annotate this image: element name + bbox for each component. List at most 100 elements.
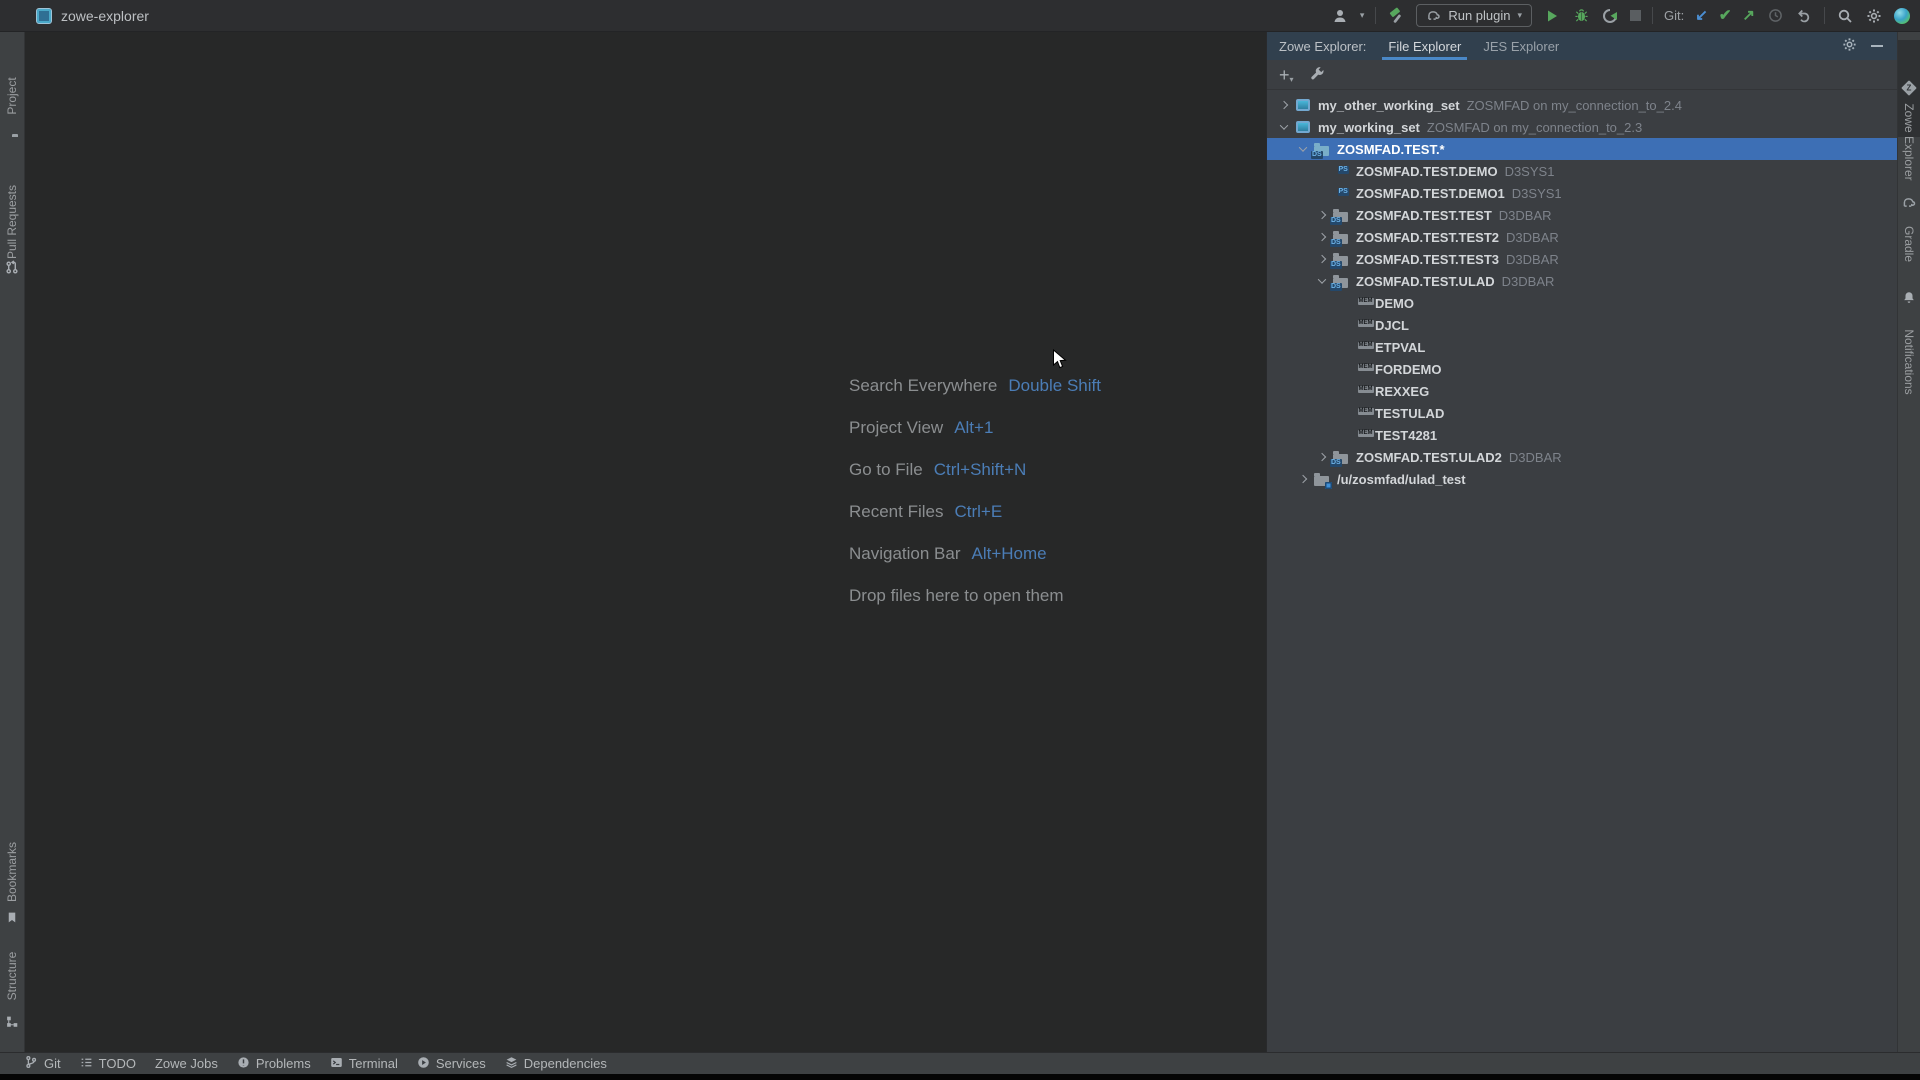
chevron-collapsed-icon[interactable] [1275, 94, 1292, 116]
search-icon[interactable] [1836, 7, 1854, 25]
pds-icon: DS [1330, 272, 1351, 290]
tree-row[interactable]: MEMFORDEMO [1267, 358, 1897, 380]
chevron-spacer [1332, 380, 1349, 402]
tree-row[interactable]: MEMREXXEG [1267, 380, 1897, 402]
shortcut-hint-row: Search EverywhereDouble Shift [849, 376, 1101, 393]
editor-area[interactable]: Search EverywhereDouble ShiftProject Vie… [26, 32, 1266, 1052]
wrench-settings-icon[interactable] [1310, 66, 1325, 84]
profiler-icon[interactable] [1601, 7, 1619, 25]
code-with-me-icon[interactable] [1894, 8, 1910, 24]
run-configuration-select[interactable]: Run plugin ▾ [1416, 4, 1532, 27]
chevron-collapsed-icon[interactable] [1313, 446, 1330, 468]
terminal-icon [330, 1056, 343, 1072]
tree-row[interactable]: MEMTESTULAD [1267, 402, 1897, 424]
tree-row[interactable]: /u/zosmfad/ulad_test [1267, 468, 1897, 490]
tree-row[interactable]: PSZOSMFAD.TEST.DEMOD3SYS1 [1267, 160, 1897, 182]
statusbar-item-problems[interactable]: Problems [237, 1056, 311, 1072]
tree-row[interactable]: MEMETPVAL [1267, 336, 1897, 358]
tree-row[interactable]: PSZOSMFAD.TEST.DEMO1D3SYS1 [1267, 182, 1897, 204]
member-icon: MEM [1349, 382, 1370, 400]
tab-file-explorer[interactable]: File Explorer [1382, 32, 1467, 60]
notifications-bell-icon[interactable] [1902, 291, 1916, 310]
chevron-expanded-icon[interactable] [1275, 116, 1292, 138]
chevron-down-icon[interactable]: ▾ [1360, 11, 1365, 20]
statusbar-item-label: Terminal [349, 1056, 398, 1071]
toolbar-separator [1652, 7, 1653, 24]
build-hammer-icon[interactable] [1387, 7, 1405, 25]
statusbar-item-terminal[interactable]: Terminal [330, 1056, 398, 1072]
stripe-item-project[interactable]: Project [5, 77, 19, 114]
rollback-icon[interactable] [1795, 7, 1813, 25]
chevron-down-icon: ▾ [1518, 11, 1523, 20]
tree-item-label: ZOSMFAD.TEST.ULAD [1356, 274, 1495, 289]
tree-row[interactable]: MEMTEST4281 [1267, 424, 1897, 446]
shortcut-label: Go to File [849, 460, 923, 480]
pull-request-icon[interactable] [5, 260, 20, 280]
add-button[interactable]: +▾ [1279, 66, 1294, 84]
tab-jes-explorer[interactable]: JES Explorer [1477, 32, 1565, 60]
tree-row[interactable]: DS ZOSMFAD.TEST.ULAD D3DBAR [1267, 270, 1897, 292]
gradle-icon[interactable] [1902, 195, 1917, 213]
tree-item-annotation: D3DBAR [1506, 230, 1559, 245]
user-account-icon[interactable] [1331, 7, 1349, 25]
shortcut-key: Alt+1 [954, 418, 993, 438]
chevron-spacer [1332, 424, 1349, 446]
statusbar-item-dependencies[interactable]: Dependencies [505, 1056, 607, 1072]
bookmark-icon[interactable] [6, 911, 19, 929]
stripe-item-gradle[interactable]: Gradle [1902, 226, 1916, 262]
git-widget-label: Git: [1664, 8, 1684, 23]
stripe-item-pull-requests[interactable]: Pull Requests [5, 185, 19, 259]
tree-row[interactable]: DSZOSMFAD.TEST.ULAD2D3DBAR [1267, 446, 1897, 468]
stripe-item-notifications[interactable]: Notifications [1902, 329, 1916, 394]
settings-gear-icon[interactable] [1865, 7, 1883, 25]
tree-item-label: FORDEMO [1375, 362, 1441, 377]
tree-row[interactable]: MEMDEMO [1267, 292, 1897, 314]
tree-item-label: my_working_set [1318, 120, 1420, 135]
tree-row[interactable]: MEMDJCL [1267, 314, 1897, 336]
stripe-item-zowe-explorer[interactable]: Zowe Explorer [1902, 103, 1916, 180]
tree-row[interactable]: DSZOSMFAD.TEST.TEST3D3DBAR [1267, 248, 1897, 270]
hide-tool-window-icon[interactable] [1871, 45, 1883, 47]
tree-item-label: ZOSMFAD.TEST.DEMO1 [1356, 186, 1505, 201]
tree-item-annotation: D3DBAR [1502, 274, 1555, 289]
git-push-icon[interactable]: ↗ [1742, 8, 1755, 23]
dataset-tree: my_other_working_setZOSMFAD on my_connec… [1267, 91, 1897, 1052]
history-icon[interactable] [1766, 7, 1784, 25]
run-icon[interactable] [1543, 7, 1561, 25]
shortcut-label: Recent Files [849, 502, 943, 522]
chevron-collapsed-icon[interactable] [1313, 248, 1330, 270]
stripe-item-bookmarks[interactable]: Bookmarks [5, 842, 19, 902]
structure-icon[interactable] [6, 1015, 19, 1033]
tree-item-label: ZOSMFAD.TEST.TEST3 [1356, 252, 1499, 267]
git-commit-icon[interactable]: ✔ [1719, 8, 1732, 23]
statusbar-item-todo[interactable]: TODO [80, 1056, 136, 1072]
statusbar-item-git[interactable]: Git [24, 1055, 61, 1072]
chevron-collapsed-icon[interactable] [1313, 204, 1330, 226]
stop-icon[interactable] [1630, 10, 1641, 21]
chevron-expanded-icon[interactable] [1294, 138, 1311, 160]
tree-row[interactable]: DSZOSMFAD.TEST.TEST2D3DBAR [1267, 226, 1897, 248]
chevron-collapsed-icon[interactable] [1313, 226, 1330, 248]
chevron-spacer [1313, 182, 1330, 204]
tree-item-annotation: ZOSMFAD on my_connection_to_2.3 [1427, 120, 1642, 135]
main-toolbar: ▾ Run plugin ▾ Git: ↙ ✔ ↗ [1331, 4, 1910, 27]
statusbar-item-services[interactable]: Services [417, 1056, 486, 1072]
shortcut-hint-row: Go to FileCtrl+Shift+N [849, 460, 1101, 477]
shortcut-key: Alt+Home [972, 544, 1047, 564]
chevron-collapsed-icon[interactable] [1294, 468, 1311, 490]
statusbar-item-zowe-jobs[interactable]: Zowe Jobs [155, 1056, 218, 1071]
services-icon [417, 1056, 430, 1072]
tool-window-settings-icon[interactable] [1842, 37, 1857, 55]
tree-row[interactable]: DSZOSMFAD.TEST.* [1267, 138, 1897, 160]
debug-icon[interactable] [1572, 7, 1590, 25]
tree-row[interactable]: my_working_set ZOSMFAD on my_connection_t… [1267, 116, 1897, 138]
tree-row[interactable]: DSZOSMFAD.TEST.TESTD3DBAR [1267, 204, 1897, 226]
working-set-icon [1292, 118, 1313, 136]
chevron-expanded-icon[interactable] [1313, 270, 1330, 292]
stripe-item-structure[interactable]: Structure [5, 952, 19, 1001]
tree-row[interactable]: my_other_working_setZOSMFAD on my_connec… [1267, 94, 1897, 116]
git-update-icon[interactable]: ↙ [1695, 8, 1708, 23]
zowe-explorer-icon[interactable]: Z [1904, 83, 1915, 94]
tree-item-annotation: D3SYS1 [1512, 186, 1562, 201]
tree-item-label: DJCL [1375, 318, 1409, 333]
